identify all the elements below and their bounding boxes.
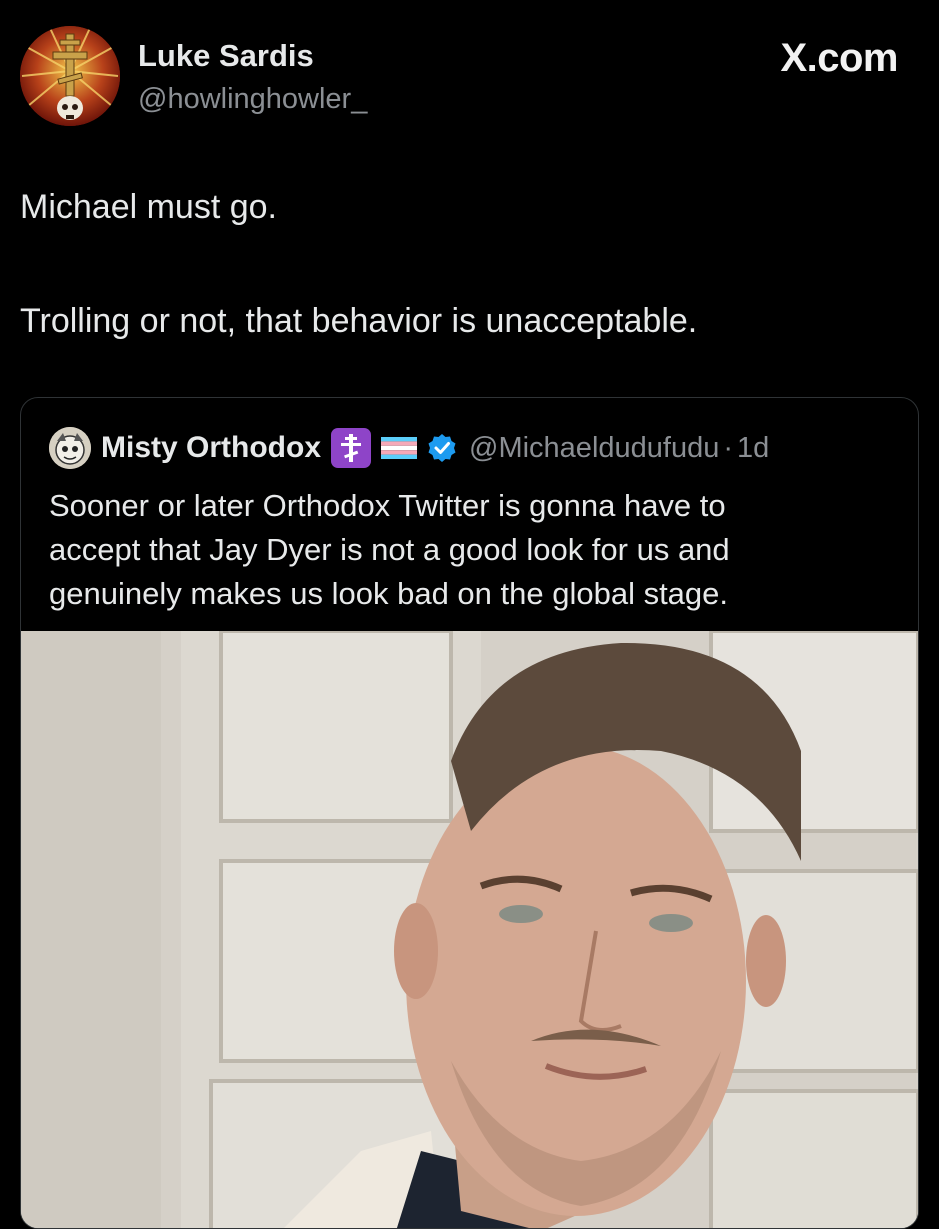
quoted-text-line-2: accept that Jay Dyer is not a good look … (49, 532, 730, 567)
quoted-author-avatar[interactable] (49, 427, 91, 469)
author-handle[interactable]: @howlinghowler_ (138, 83, 367, 116)
separator-dot: · (723, 431, 734, 464)
verified-badge-icon (427, 433, 457, 463)
author-avatar[interactable] (20, 26, 120, 126)
quoted-tweet-card[interactable]: Misty Orthodox @Michaeldudufudu · 1d Soo… (20, 397, 919, 1229)
orthodox-cross-emoji-icon (331, 428, 372, 468)
quoted-tweet-photo[interactable] (21, 631, 918, 1228)
cartoon-face-avatar-icon (49, 427, 91, 469)
quoted-tweet-text: Sooner or later Orthodox Twitter is gonn… (49, 484, 889, 616)
tweet-text-line-1: Michael must go. (20, 188, 277, 226)
quoted-text-line-3: genuinely makes us look bad on the globa… (49, 576, 729, 611)
quoted-tweet-timestamp[interactable]: 1d (737, 432, 769, 465)
quoted-text-line-1: Sooner or later Orthodox Twitter is gonn… (49, 488, 726, 523)
quoted-tweet-header: Misty Orthodox @Michaeldudufudu · 1d (49, 426, 769, 470)
author-display-name[interactable]: Luke Sardis (138, 38, 314, 74)
quoted-author-display-name[interactable]: Misty Orthodox (101, 431, 321, 465)
brand-watermark: X.com (780, 36, 898, 80)
tweet-text-line-2: Trolling or not, that behavior is unacce… (20, 302, 698, 340)
transgender-flag-emoji-icon (381, 437, 418, 459)
portrait-photo (21, 631, 918, 1228)
orthodox-cross-skull-avatar-icon (20, 26, 120, 126)
quoted-author-handle[interactable]: @Michaeldudufudu (469, 432, 719, 465)
